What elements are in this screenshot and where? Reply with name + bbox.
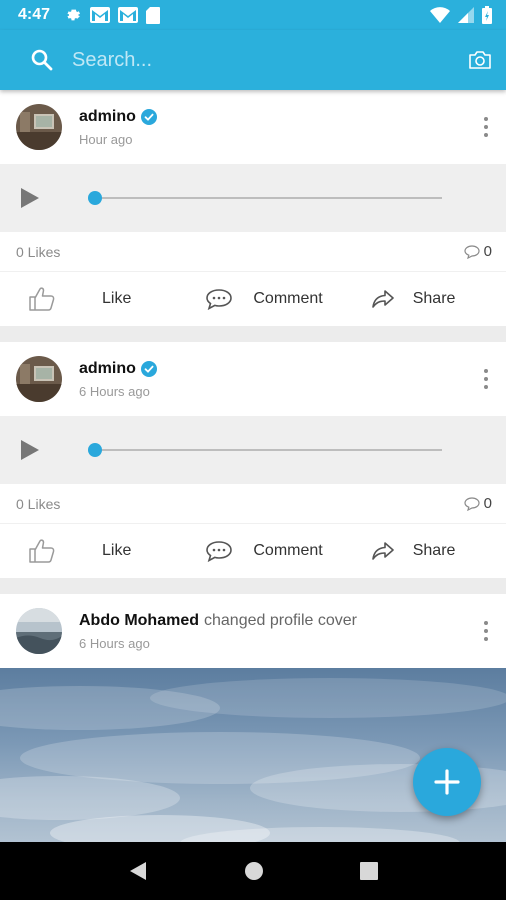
more-options-button[interactable] xyxy=(484,621,488,641)
comment-count-value: 0 xyxy=(483,495,492,512)
search-input[interactable] xyxy=(72,48,432,72)
avatar[interactable] xyxy=(16,104,62,150)
back-icon[interactable] xyxy=(128,861,148,881)
comment-count[interactable]: 0 xyxy=(464,243,492,260)
comment-bubble-icon xyxy=(464,244,480,259)
add-post-button[interactable] xyxy=(413,748,481,816)
gmail-icon xyxy=(118,7,139,23)
more-options-button[interactable] xyxy=(484,369,488,389)
post-header: Abdo Mohamed changed profile cover 6 Hou… xyxy=(0,594,506,668)
more-options-button[interactable] xyxy=(484,117,488,137)
post-stats: 0 Likes 0 xyxy=(0,484,506,524)
more-icon xyxy=(484,621,488,625)
like-label: Like xyxy=(102,542,132,559)
author-name[interactable]: admino xyxy=(79,360,136,378)
activity-text: changed profile cover xyxy=(204,611,357,629)
author-name[interactable]: admino xyxy=(79,108,136,126)
like-icon xyxy=(29,539,55,563)
likes-count[interactable]: 0 Likes xyxy=(16,244,60,260)
sd-card-icon xyxy=(146,6,161,24)
home-icon[interactable] xyxy=(244,861,264,881)
comment-icon xyxy=(206,289,233,310)
post-header: admino 6 Hours ago xyxy=(0,342,506,416)
seek-thumb[interactable] xyxy=(88,443,102,457)
comment-bubble-icon xyxy=(464,496,480,511)
camera-button[interactable] xyxy=(468,50,492,70)
status-bar: 4:47 xyxy=(0,0,506,30)
audio-seek-bar[interactable] xyxy=(88,191,442,205)
likes-count[interactable]: 0 Likes xyxy=(16,496,60,512)
post-header: admino Hour ago xyxy=(0,90,506,164)
share-label: Share xyxy=(412,542,456,559)
feed[interactable]: admino Hour ago 0 Likes 0 Like Comment S… xyxy=(0,90,506,842)
verified-icon xyxy=(140,108,157,125)
navigation-bar xyxy=(0,842,506,900)
verified-icon xyxy=(140,360,157,377)
wifi-icon xyxy=(430,7,450,23)
seek-thumb[interactable] xyxy=(88,191,102,205)
settings-icon xyxy=(67,9,81,21)
comment-count[interactable]: 0 xyxy=(464,495,492,512)
post-card: admino 6 Hours ago 0 Likes 0 Like Commen… xyxy=(0,342,506,578)
post-actions: Like Comment Share xyxy=(0,524,506,578)
gmail-icon xyxy=(90,7,111,23)
play-icon[interactable] xyxy=(20,439,40,461)
share-icon xyxy=(371,542,394,560)
audio-player xyxy=(0,416,506,484)
share-icon xyxy=(371,290,394,308)
like-button[interactable]: Like xyxy=(28,286,131,312)
like-button[interactable]: Like xyxy=(28,538,131,564)
like-icon xyxy=(29,287,55,311)
comment-label: Comment xyxy=(253,290,323,307)
battery-icon xyxy=(482,6,492,24)
more-icon xyxy=(484,117,488,121)
post-time: 6 Hours ago xyxy=(79,635,150,651)
avatar[interactable] xyxy=(16,608,62,654)
signal-icon xyxy=(458,7,474,23)
avatar[interactable] xyxy=(16,356,62,402)
camera-icon xyxy=(469,51,491,69)
author-name[interactable]: Abdo Mohamed xyxy=(79,612,199,630)
share-label: Share xyxy=(412,290,456,307)
post-actions: Like Comment Share xyxy=(0,272,506,326)
like-label: Like xyxy=(102,290,132,307)
play-icon[interactable] xyxy=(20,187,40,209)
comment-button[interactable]: Comment xyxy=(205,288,323,310)
comment-button[interactable]: Comment xyxy=(205,540,323,562)
search-icon[interactable] xyxy=(30,48,54,72)
post-stats: 0 Likes 0 xyxy=(0,232,506,272)
comment-icon xyxy=(206,541,233,562)
comment-count-value: 0 xyxy=(483,243,492,260)
share-button[interactable]: Share xyxy=(371,289,456,309)
audio-seek-bar[interactable] xyxy=(88,443,442,457)
status-time: 4:47 xyxy=(18,6,51,23)
audio-player xyxy=(0,164,506,232)
recents-icon[interactable] xyxy=(360,862,378,880)
comment-label: Comment xyxy=(253,542,323,559)
share-button[interactable]: Share xyxy=(371,541,456,561)
post-time: Hour ago xyxy=(79,131,133,147)
post-card: admino Hour ago 0 Likes 0 Like Comment S… xyxy=(0,90,506,326)
plus-icon xyxy=(434,769,460,795)
more-icon xyxy=(484,369,488,373)
post-time: 6 Hours ago xyxy=(79,383,150,399)
app-bar xyxy=(0,30,506,90)
